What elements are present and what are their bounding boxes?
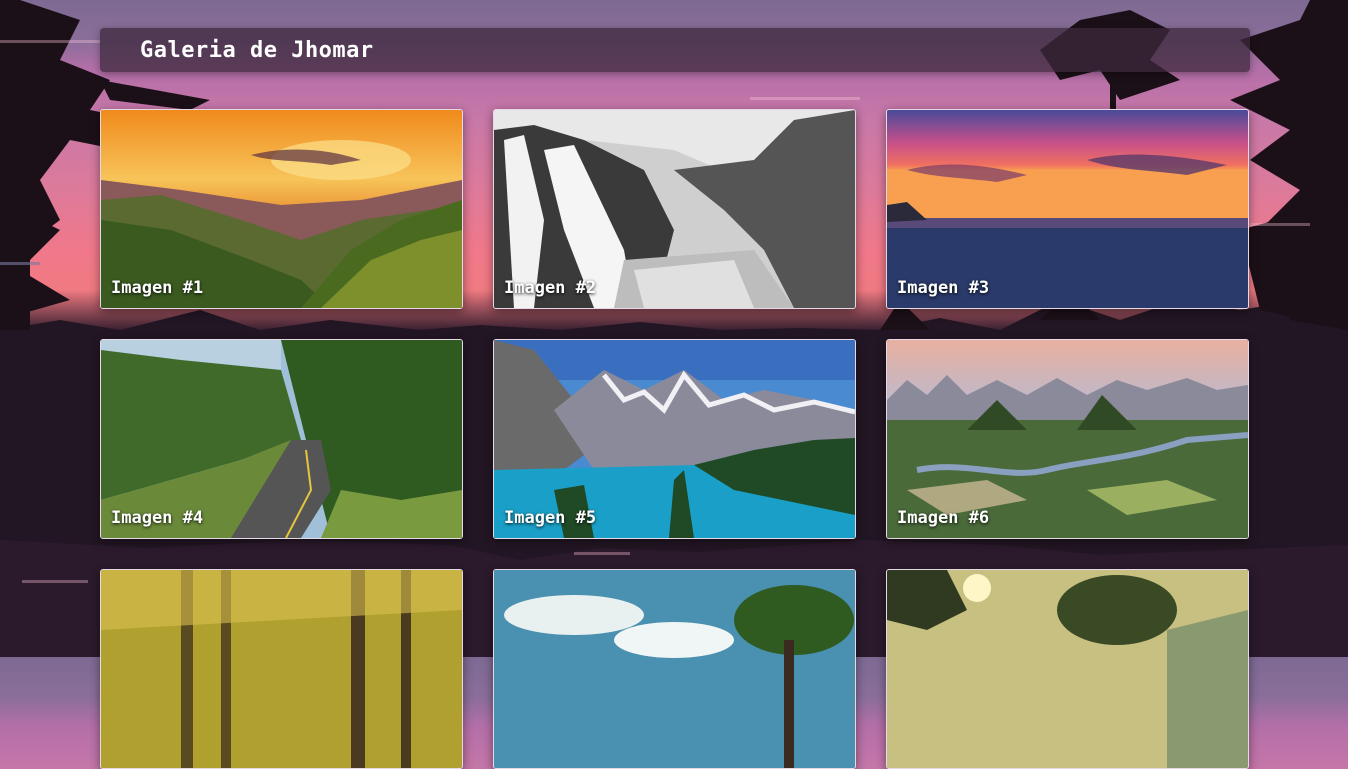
gallery-caption: Imagen #6 xyxy=(897,508,990,528)
gallery-caption: Imagen #5 xyxy=(504,508,597,528)
gallery-card-1[interactable]: Imagen #1 xyxy=(100,109,463,309)
page-title: Galeria de Jhomar xyxy=(140,38,374,63)
gallery-caption: Imagen #4 xyxy=(111,508,204,528)
gallery-header: Galeria de Jhomar xyxy=(100,28,1250,72)
cloudy-tree-image xyxy=(494,570,855,768)
gallery-card-9[interactable] xyxy=(886,569,1249,769)
gallery-card-3[interactable]: Imagen #3 xyxy=(886,109,1249,309)
gallery-card-6[interactable]: Imagen #6 xyxy=(886,339,1249,539)
gallery-card-7[interactable] xyxy=(100,569,463,769)
golden-forest-image xyxy=(101,570,462,768)
sunlit-trees-image xyxy=(887,570,1248,768)
gallery-card-5[interactable]: Imagen #5 xyxy=(493,339,856,539)
gallery-card-4[interactable]: Imagen #4 xyxy=(100,339,463,539)
gallery-caption: Imagen #1 xyxy=(111,278,204,298)
gallery-caption: Imagen #3 xyxy=(897,278,990,298)
gallery-caption: Imagen #2 xyxy=(504,278,597,298)
gallery-card-2[interactable]: Imagen #2 xyxy=(493,109,856,309)
gallery-card-8[interactable] xyxy=(493,569,856,769)
pixel-art-background xyxy=(0,0,1348,657)
